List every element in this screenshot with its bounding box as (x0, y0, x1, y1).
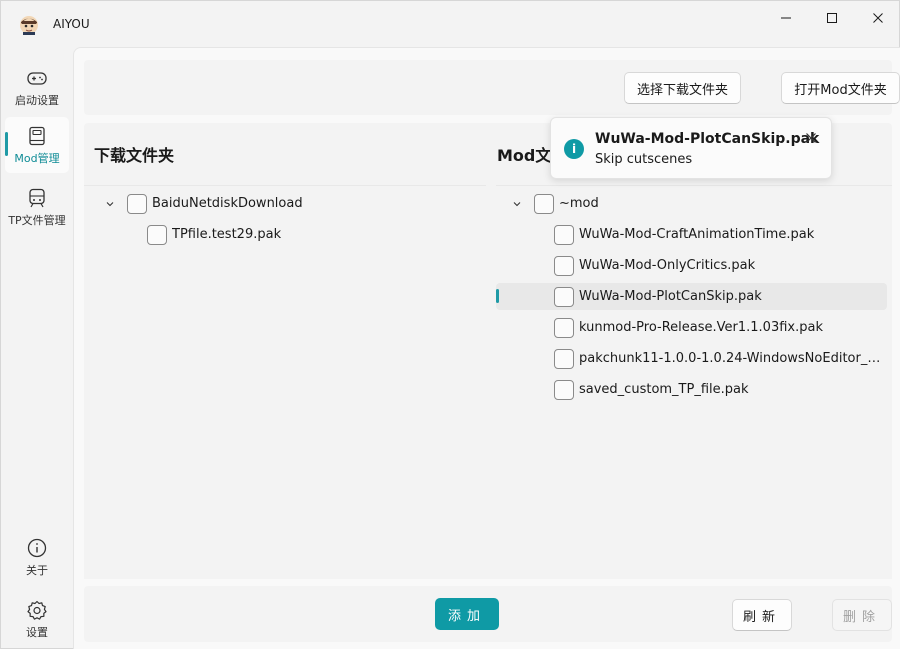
sidebar-item-launch-settings[interactable]: 启动设置 (5, 59, 69, 115)
checkbox[interactable] (127, 194, 147, 214)
tree-item-label: WuWa-Mod-PlotCanSkip.pak (579, 289, 762, 304)
selection-indicator (496, 289, 499, 303)
app-window: AIYOU 启动设置 Mod管理 TP文件管理 关于 设置 选择下载文件夹 打开… (0, 0, 900, 649)
info-icon: i (564, 139, 584, 159)
checkbox[interactable] (554, 349, 574, 369)
minimize-icon (781, 17, 791, 19)
sidebar-item-about[interactable]: 关于 (5, 529, 69, 585)
sidebar-item-label: TP文件管理 (8, 214, 66, 227)
refresh-button[interactable]: 刷新 (732, 599, 792, 631)
info-icon (26, 537, 48, 559)
sidebar-item-mod-manager[interactable]: Mod管理 (5, 117, 69, 173)
chevron-down-icon[interactable] (104, 198, 116, 210)
chevron-down-icon[interactable] (511, 198, 523, 210)
tree-row[interactable]: pakchunk11-1.0.0-1.0.24-WindowsNoEditor_… (496, 345, 892, 372)
tree-item-label: pakchunk11-1.0.0-1.0.24-WindowsNoEditor_… (579, 351, 883, 366)
info-toast: i WuWa-Mod-PlotCanSkip.pak Skip cutscene… (550, 117, 832, 179)
tree-row[interactable]: kunmod-Pro-Release.Ver1.1.03fix.pak (496, 314, 892, 341)
toast-title: WuWa-Mod-PlotCanSkip.pak (595, 131, 820, 147)
mod-folder-tree[interactable]: ~mod WuWa-Mod-CraftAnimationTime.pak WuW… (496, 185, 892, 579)
sidebar-item-settings[interactable]: 设置 (5, 591, 69, 647)
action-bar: 添加 刷新 删除 (84, 586, 892, 642)
choose-download-folder-button[interactable]: 选择下载文件夹 (624, 72, 741, 104)
tree-item-label: WuWa-Mod-OnlyCritics.pak (579, 258, 756, 273)
file-panels: 下载文件夹 Mod文 BaiduNetdiskDownload TPfile.t… (84, 123, 892, 579)
close-icon (806, 133, 816, 143)
tree-row[interactable]: WuWa-Mod-OnlyCritics.pak (496, 252, 892, 279)
sidebar-item-tp-files[interactable]: TP文件管理 (5, 179, 69, 235)
train-icon (26, 187, 48, 209)
add-button[interactable]: 添加 (435, 598, 499, 630)
tree-row[interactable]: WuWa-Mod-CraftAnimationTime.pak (496, 221, 892, 248)
gear-icon (26, 599, 48, 621)
tree-row[interactable]: TPfile.test29.pak (84, 221, 486, 248)
tree-item-label: BaiduNetdiskDownload (152, 196, 303, 211)
tree-item-label: saved_custom_TP_file.pak (579, 382, 749, 397)
title-bar[interactable]: AIYOU (1, 1, 900, 47)
tree-item-label: TPfile.test29.pak (172, 227, 282, 242)
mod-folder-title: Mod文 (497, 146, 552, 165)
download-folder-tree[interactable]: BaiduNetdiskDownload TPfile.test29.pak (84, 185, 486, 579)
sidebar-item-label: Mod管理 (14, 152, 60, 165)
tree-row[interactable]: BaiduNetdiskDownload (84, 190, 486, 217)
checkbox[interactable] (534, 194, 554, 214)
sidebar-item-label: 关于 (26, 564, 48, 577)
app-title: AIYOU (53, 17, 90, 31)
minimize-button[interactable] (763, 1, 809, 35)
tree-item-label: kunmod-Pro-Release.Ver1.1.03fix.pak (579, 320, 823, 335)
delete-button[interactable]: 删除 (832, 599, 892, 631)
checkbox[interactable] (554, 225, 574, 245)
sidebar: 启动设置 Mod管理 TP文件管理 关于 设置 (1, 47, 73, 649)
checkbox[interactable] (147, 225, 167, 245)
gamepad-icon (26, 67, 48, 89)
tree-item-label: WuWa-Mod-CraftAnimationTime.pak (579, 227, 815, 242)
checkbox[interactable] (554, 380, 574, 400)
sidebar-item-label: 启动设置 (15, 94, 59, 107)
checkbox[interactable] (554, 287, 574, 307)
tree-row[interactable]: saved_custom_TP_file.pak (496, 376, 892, 403)
maximize-button[interactable] (809, 1, 855, 35)
avatar-logo-icon (19, 15, 39, 35)
tree-row-selected[interactable]: WuWa-Mod-PlotCanSkip.pak (496, 283, 887, 310)
checkbox[interactable] (554, 318, 574, 338)
tree-row[interactable]: ~mod (496, 190, 892, 217)
book-icon (26, 125, 48, 147)
maximize-icon (827, 13, 837, 23)
close-button[interactable] (855, 1, 900, 35)
toast-message: Skip cutscenes (595, 152, 693, 167)
tree-item-label: ~mod (559, 196, 599, 211)
open-mod-folder-button[interactable]: 打开Mod文件夹 (781, 72, 900, 104)
close-icon (873, 13, 883, 23)
sidebar-item-label: 设置 (26, 626, 48, 639)
checkbox[interactable] (554, 256, 574, 276)
toolbar: 选择下载文件夹 打开Mod文件夹 (84, 60, 900, 115)
download-folder-title: 下载文件夹 (94, 146, 175, 165)
active-nav-indicator (5, 132, 8, 156)
toast-close-button[interactable] (803, 130, 819, 146)
